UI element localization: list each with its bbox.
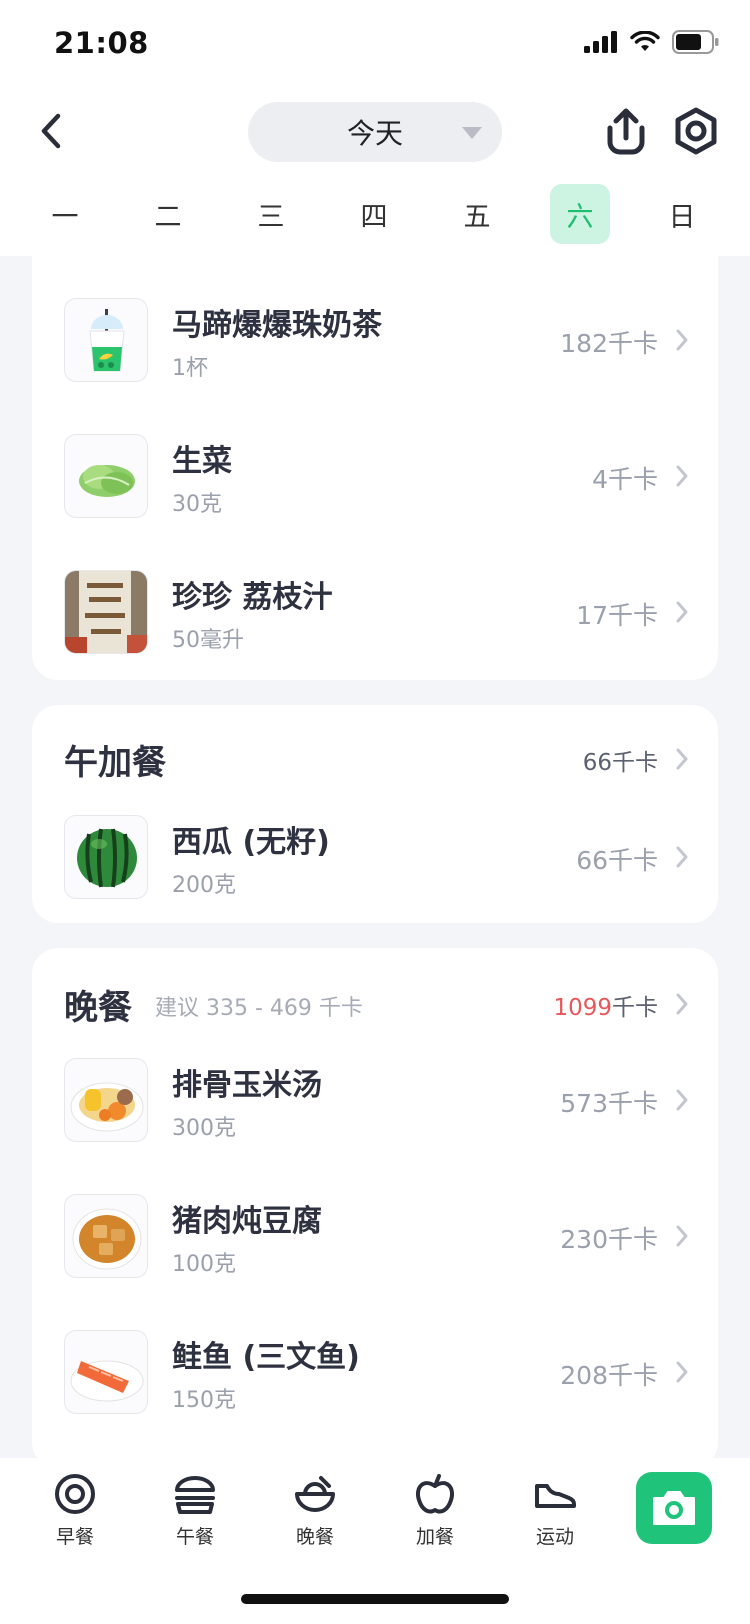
tab-label: 午餐	[175, 1526, 214, 1548]
kcal-unit: 千卡	[612, 995, 658, 1021]
pork-tofu-photo	[64, 1194, 148, 1278]
dinner-recommendation: 建议 335 - 469 千卡	[155, 996, 363, 1021]
chevron-right-icon	[676, 329, 688, 351]
chevron-right-icon	[676, 465, 688, 487]
day-fri[interactable]: 五	[447, 184, 507, 244]
day-sun[interactable]: 日	[652, 184, 712, 244]
lettuce-photo	[64, 434, 148, 518]
food-item[interactable]: 排骨玉米汤 300克 573千卡	[32, 1058, 718, 1142]
food-amount: 100克	[172, 1252, 236, 1277]
day-wed[interactable]: 三	[241, 184, 301, 244]
food-item[interactable]: 珍珍 荔枝汁 50毫升 17千卡	[32, 570, 718, 654]
food-kcal: 66千卡	[576, 846, 658, 875]
lychee-juice-photo	[64, 570, 148, 654]
gear-icon	[675, 107, 717, 155]
wifi-icon	[630, 31, 660, 51]
food-name: 鲑鱼 (三文鱼)	[172, 1340, 360, 1375]
tab-dinner[interactable]: 晚餐	[265, 1472, 365, 1562]
signal-icon	[584, 31, 617, 53]
dinner-bowl-icon	[295, 1476, 335, 1512]
home-indicator	[241, 1594, 509, 1604]
food-kcal: 4千卡	[592, 465, 658, 494]
food-item[interactable]: 马蹄爆爆珠奶茶 1杯 182千卡	[32, 298, 718, 382]
chevron-right-icon[interactable]	[674, 747, 690, 771]
share-button[interactable]	[602, 106, 650, 156]
food-kcal: 182千卡	[560, 329, 658, 358]
upload-share-icon	[607, 108, 645, 155]
food-amount: 50毫升	[172, 628, 244, 653]
food-amount: 1杯	[172, 356, 208, 381]
tab-label: 早餐	[55, 1526, 94, 1548]
food-kcal: 230千卡	[560, 1225, 658, 1254]
food-amount: 150克	[172, 1388, 236, 1413]
date-label: 今天	[346, 117, 403, 150]
chevron-left-icon	[41, 113, 61, 149]
top-bar: 21:08 今天 一 二 三 四 五 六 日	[0, 0, 750, 256]
food-name: 生菜	[172, 444, 232, 479]
chevron-right-icon	[676, 601, 688, 623]
battery-icon	[672, 30, 719, 54]
food-item[interactable]: 猪肉炖豆腐 100克 230千卡	[32, 1194, 718, 1278]
lunch-burger-icon	[175, 1476, 215, 1514]
day-thu[interactable]: 四	[344, 184, 404, 244]
food-amount: 30克	[172, 492, 222, 517]
tab-label: 运动	[535, 1526, 574, 1548]
week-selector: 一 二 三 四 五 六 日	[0, 184, 750, 246]
bottom-nav: 早餐 午餐 晚餐 加餐 运动	[0, 1458, 750, 1624]
breakfast-egg-icon	[55, 1474, 95, 1514]
chevron-right-icon	[676, 1361, 688, 1383]
food-kcal: 573千卡	[560, 1089, 658, 1118]
over-kcal-value: 1099	[553, 995, 612, 1021]
tab-label: 加餐	[415, 1526, 454, 1548]
day-mon[interactable]: 一	[35, 184, 95, 244]
tab-snack[interactable]: 加餐	[385, 1472, 485, 1562]
food-name: 马蹄爆爆珠奶茶	[172, 308, 382, 343]
day-tue[interactable]: 二	[138, 184, 198, 244]
section-title: 午加餐	[64, 743, 166, 783]
chevron-right-icon[interactable]	[674, 992, 690, 1016]
food-kcal: 208千卡	[560, 1361, 658, 1390]
salmon-photo	[64, 1330, 148, 1414]
food-amount: 200克	[172, 873, 236, 898]
section-title: 晚餐	[64, 988, 132, 1028]
chevron-right-icon	[676, 1089, 688, 1111]
tab-label: 晚餐	[295, 1526, 334, 1548]
status-icons	[584, 30, 720, 54]
food-kcal: 17千卡	[576, 601, 658, 630]
status-time: 21:08	[54, 26, 149, 60]
day-sat[interactable]: 六	[550, 184, 610, 244]
section-total-kcal[interactable]: 66千卡	[583, 743, 658, 777]
tab-exercise[interactable]: 运动	[505, 1472, 605, 1562]
back-button[interactable]	[26, 106, 76, 156]
snack-apple-icon	[416, 1474, 454, 1514]
date-selector[interactable]: 今天	[248, 102, 502, 162]
milk-tea-icon	[64, 298, 148, 382]
food-name: 珍珍 荔枝汁	[172, 580, 333, 615]
dinner-card: 晚餐 建议 335 - 469 千卡 1099千卡 排骨玉米汤 300克 573…	[32, 948, 718, 1468]
food-name: 猪肉炖豆腐	[172, 1204, 322, 1239]
chevron-right-icon	[676, 1225, 688, 1247]
chevron-right-icon	[676, 846, 688, 868]
dropdown-arrow-icon	[462, 127, 482, 139]
camera-button[interactable]	[636, 1472, 712, 1544]
breakfast-card: 马蹄爆爆珠奶茶 1杯 182千卡 生菜 30克 4千卡 珍珍 荔枝汁 50毫升 …	[32, 228, 718, 680]
afternoon-snack-card: 午加餐 66千卡 西瓜 (无籽) 200克 66千卡	[32, 705, 718, 923]
exercise-shoe-icon	[535, 1484, 576, 1508]
section-total-kcal[interactable]: 1099千卡	[553, 988, 658, 1022]
rib-corn-soup-photo	[64, 1058, 148, 1142]
food-amount: 300克	[172, 1116, 236, 1141]
food-item[interactable]: 西瓜 (无籽) 200克 66千卡	[32, 815, 718, 899]
settings-button[interactable]	[672, 106, 720, 156]
camera-icon	[653, 1491, 695, 1525]
tab-breakfast[interactable]: 早餐	[25, 1472, 125, 1562]
food-name: 排骨玉米汤	[172, 1068, 322, 1103]
watermelon-photo	[64, 815, 148, 899]
food-item[interactable]: 生菜 30克 4千卡	[32, 434, 718, 518]
food-name: 西瓜 (无籽)	[172, 825, 330, 860]
food-item[interactable]: 鲑鱼 (三文鱼) 150克 208千卡	[32, 1330, 718, 1414]
tab-lunch[interactable]: 午餐	[145, 1472, 245, 1562]
